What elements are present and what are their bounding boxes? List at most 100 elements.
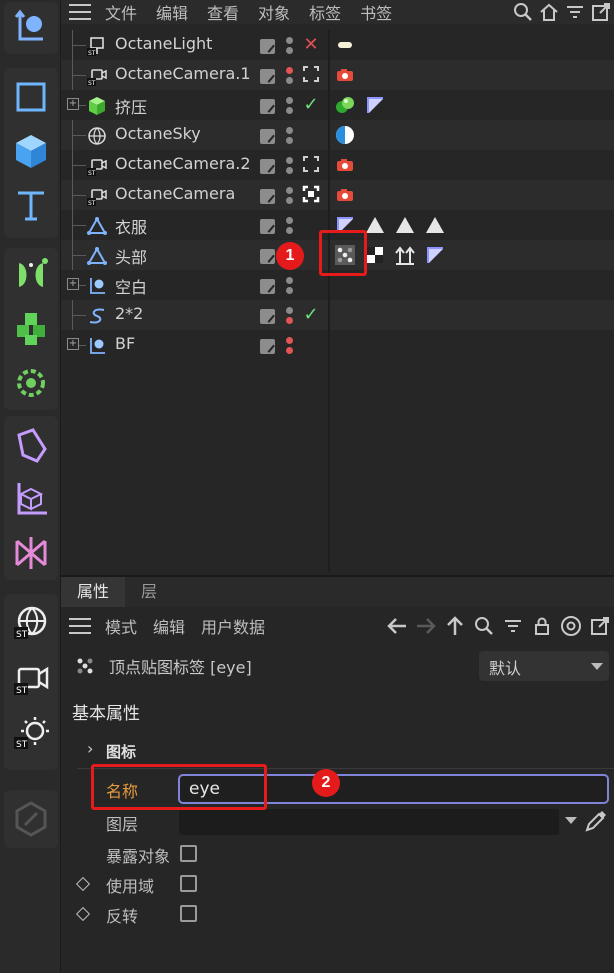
expand-icon[interactable]: + — [67, 338, 79, 350]
triangle-tag-icon[interactable] — [424, 214, 446, 236]
menu-object[interactable]: 对象 — [258, 0, 290, 24]
expose-object-checkbox[interactable] — [180, 845, 197, 862]
editor-visibility-dot[interactable] — [286, 307, 293, 314]
back-arrow-icon[interactable] — [382, 611, 411, 641]
object-row[interactable]: ST OctaneCamera — [61, 180, 328, 210]
render-visibility-dot[interactable] — [286, 137, 293, 144]
chevron-down-icon[interactable] — [565, 817, 577, 824]
deformer-tool-icon[interactable] — [4, 418, 58, 472]
up-arrow-icon[interactable] — [440, 611, 469, 641]
search-icon[interactable] — [469, 611, 498, 641]
object-row[interactable]: ST OctaneLight ✕ — [61, 30, 328, 60]
object-row[interactable]: + 挤压 ✓ — [61, 90, 328, 120]
arrows-tag-icon[interactable] — [394, 244, 416, 266]
layer-edit-icon[interactable] — [260, 69, 275, 84]
layer-edit-icon[interactable] — [260, 309, 275, 324]
camera-tag-icon[interactable] — [334, 184, 356, 206]
text-tool-icon[interactable] — [4, 178, 58, 232]
octane-sky-tool-icon[interactable]: ST — [4, 596, 58, 650]
menu-tags[interactable]: 标签 — [309, 0, 341, 24]
selection-tag-icon[interactable] — [424, 244, 446, 266]
edit-disabled-tool-icon[interactable] — [4, 792, 58, 846]
menu-user-data[interactable]: 用户数据 — [201, 614, 265, 638]
expand-icon[interactable]: + — [67, 278, 79, 290]
triangle-tag-icon[interactable] — [364, 214, 386, 236]
layer-edit-icon[interactable] — [260, 279, 275, 294]
enabled-check-icon[interactable]: ✓ — [301, 305, 321, 325]
render-visibility-dot[interactable] — [286, 287, 293, 294]
render-visibility-dot[interactable] — [286, 77, 293, 84]
effector-tool-icon[interactable] — [4, 356, 58, 410]
layer-edit-icon[interactable] — [260, 219, 275, 234]
render-visibility-dot[interactable] — [286, 47, 293, 54]
object-row[interactable]: ST OctaneCamera.1 — [61, 60, 328, 90]
object-row[interactable]: ST OctaneCamera.2 — [61, 150, 328, 180]
field-tool-icon[interactable] — [4, 472, 58, 526]
scene-tool-icon[interactable] — [4, 526, 58, 580]
mograph-tool-icon[interactable] — [4, 248, 58, 302]
camera-target-icon[interactable] — [301, 65, 321, 85]
keyframe-diamond-icon[interactable] — [75, 876, 91, 892]
object-row[interactable]: + BF — [61, 330, 328, 360]
camera-tag-icon[interactable] — [334, 64, 356, 86]
triangle-tag-icon[interactable] — [394, 214, 416, 236]
invert-checkbox[interactable] — [180, 905, 197, 922]
tab-layers[interactable]: 层 — [125, 577, 173, 607]
menu-mode[interactable]: 模式 — [105, 614, 137, 638]
enabled-check-icon[interactable]: ✓ — [301, 95, 321, 115]
menu-file[interactable]: 文件 — [105, 0, 137, 24]
null-object-tool-icon[interactable] — [4, 0, 58, 54]
object-row[interactable]: 2*2 ✓ — [61, 300, 328, 330]
object-row[interactable]: + 空白 — [61, 270, 328, 300]
search-icon[interactable] — [510, 0, 536, 24]
object-row[interactable]: 衣服 — [61, 210, 328, 240]
preset-dropdown[interactable]: 默认 — [479, 651, 609, 681]
empty-state[interactable] — [301, 275, 321, 295]
menu-bookmarks[interactable]: 书签 — [360, 0, 392, 24]
layer-edit-icon[interactable] — [260, 129, 275, 144]
use-domain-checkbox[interactable] — [180, 875, 197, 892]
render-visibility-dot[interactable] — [286, 227, 293, 234]
new-window-icon[interactable] — [588, 0, 614, 24]
render-off-icon[interactable]: ✕ — [301, 35, 321, 55]
octane-light-tool-icon[interactable]: ST — [4, 706, 58, 760]
environment-tag-icon[interactable] — [334, 124, 356, 146]
editor-visibility-dot[interactable] — [286, 97, 293, 104]
render-visibility-dot[interactable] — [286, 317, 293, 324]
render-visibility-dot[interactable] — [286, 167, 293, 174]
empty-state[interactable] — [301, 335, 321, 355]
editor-visibility-dot[interactable] — [286, 157, 293, 164]
lock-icon[interactable] — [527, 611, 556, 641]
filter-icon[interactable] — [498, 611, 527, 641]
expand-icon[interactable]: + — [67, 98, 79, 110]
layer-field[interactable] — [179, 809, 559, 835]
render-visibility-dot[interactable] — [286, 107, 293, 114]
layer-edit-icon[interactable] — [260, 249, 275, 264]
layer-edit-icon[interactable] — [260, 189, 275, 204]
editor-visibility-dot[interactable] — [286, 37, 293, 44]
editor-visibility-dot[interactable] — [286, 67, 293, 74]
checker-tag-icon[interactable] — [364, 244, 386, 266]
empty-state[interactable] — [301, 125, 321, 145]
editor-visibility-dot[interactable] — [286, 127, 293, 134]
keyframe-diamond-icon[interactable] — [75, 906, 91, 922]
home-icon[interactable] — [536, 0, 562, 24]
octane-camera-tool-icon[interactable]: ST — [4, 652, 58, 706]
filter-icon[interactable] — [562, 0, 588, 24]
selection-tag-icon[interactable] — [364, 94, 386, 116]
render-visibility-dot[interactable] — [286, 197, 293, 204]
menu-view[interactable]: 查看 — [207, 0, 239, 24]
layer-edit-icon[interactable] — [260, 339, 275, 354]
menu-edit[interactable]: 编辑 — [156, 0, 188, 24]
camera-target-icon[interactable] — [301, 155, 321, 175]
editor-visibility-dot[interactable] — [286, 217, 293, 224]
menu-edit[interactable]: 编辑 — [153, 614, 185, 638]
editor-visibility-dot[interactable] — [286, 277, 293, 284]
cloner-tool-icon[interactable] — [4, 302, 58, 356]
editor-visibility-dot[interactable] — [286, 337, 293, 344]
empty-state[interactable] — [301, 215, 321, 235]
layer-edit-icon[interactable] — [260, 159, 275, 174]
layer-edit-icon[interactable] — [260, 39, 275, 54]
render-visibility-dot[interactable] — [286, 347, 293, 354]
object-row[interactable]: OctaneSky — [61, 120, 328, 150]
